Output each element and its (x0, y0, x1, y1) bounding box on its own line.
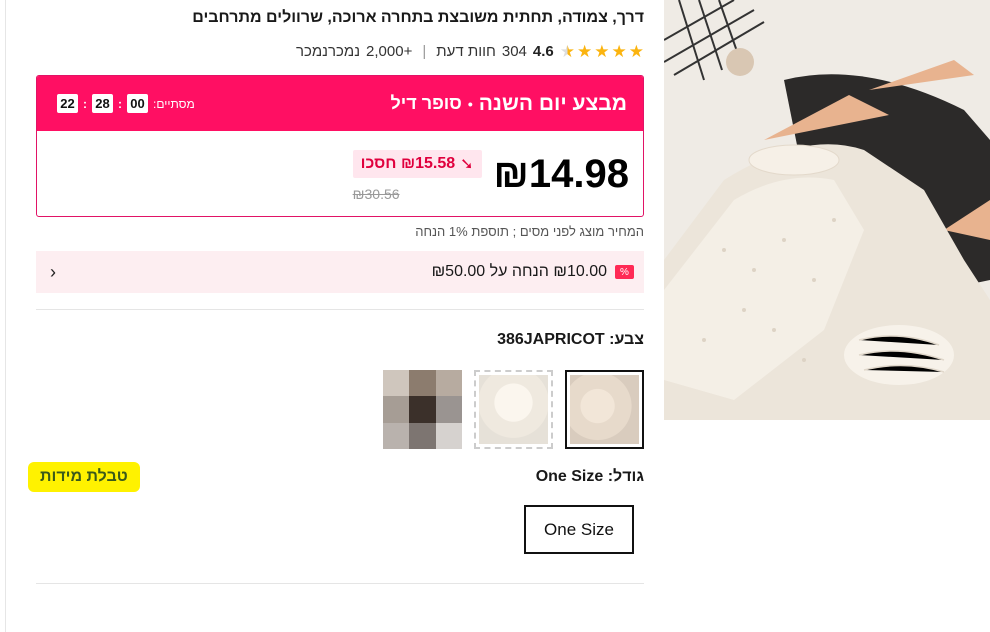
divider-line (36, 309, 644, 310)
size-options: One Size (524, 505, 634, 554)
bullet: • (467, 95, 473, 112)
sold-count: +2,000 (366, 42, 413, 60)
size-label: גודל: One Size (536, 468, 644, 486)
coupon-icon: % (615, 265, 634, 279)
price-meta: ➘ ₪15.58 חסכו ₪30.56 (352, 146, 482, 202)
product-title: דרך, צמודה, תחתית משובצת בתחרה ארוכה, שר… (192, 9, 644, 26)
size-label-text: גודל: (607, 468, 644, 485)
divider-line (36, 583, 644, 584)
color-swatch[interactable] (474, 370, 553, 449)
star-icon: ★ (611, 41, 627, 61)
colon: : (118, 96, 122, 111)
size-value: One Size (535, 468, 604, 485)
current-price: ₪14.98 (493, 152, 629, 196)
color-label-text: צבע: (609, 331, 644, 348)
size-option-button[interactable]: One Size (524, 505, 634, 554)
rating-stars: ★ ★ ★ ★ ★ (560, 43, 644, 60)
color-label: צבע: 386JAPRICOT (36, 331, 644, 349)
sold-label: נמכרנמכר (295, 42, 361, 60)
deal-title: מבצע יום השנה • סופר דיל (391, 92, 628, 116)
chevron-left-icon[interactable]: ‹ (50, 262, 56, 283)
deal-header: מבצע יום השנה • סופר דיל מסתיים: 00 : 28… (37, 76, 643, 131)
reviews-count[interactable]: 304 (502, 43, 527, 60)
swatch-image (570, 375, 639, 444)
color-value: 386JAPRICOT (497, 331, 605, 348)
color-swatch-blurred[interactable] (383, 370, 462, 449)
rating-value: 4.6 (532, 42, 554, 60)
product-main-image[interactable] (664, 0, 990, 420)
original-price: ₪30.56 (352, 186, 400, 202)
swatch-image (479, 375, 548, 444)
half-star-icon: ★ (559, 41, 575, 61)
coupon-banner[interactable]: % ₪10.00 הנחה על ₪50.00 ‹ (36, 251, 644, 293)
countdown-label: מסתיים: (153, 96, 195, 111)
deal-subtitle: סופר דיל (390, 93, 462, 113)
down-arrow-icon: ➘ (460, 156, 474, 173)
tax-note: המחיר מוצג לפני מסים ; תוספת 1% הנחה (415, 224, 644, 239)
countdown-hours: 00 (127, 94, 148, 113)
deal-title-text: מבצע יום השנה (478, 91, 627, 115)
color-swatches (36, 370, 644, 450)
savings-text: ₪15.58 חסכו (360, 155, 456, 172)
size-chart-link[interactable]: טבלת מידות (28, 462, 140, 492)
coupon-text: ₪10.00 הנחה על ₪50.00 (431, 263, 607, 280)
rating-row[interactable]: ★ ★ ★ ★ ★ 4.6 304 חוות דעת | +2,000 נמכר… (36, 40, 644, 62)
page-left-border (5, 0, 6, 632)
colon: : (83, 96, 87, 111)
coupon-content: % ₪10.00 הנחה על ₪50.00 (432, 263, 634, 281)
deal-body: ₪14.98 ➘ ₪15.58 חסכו ₪30.56 (37, 131, 643, 216)
star-icon: ★ (577, 41, 593, 61)
star-icon: ★ (628, 41, 644, 61)
color-swatch-selected[interactable] (565, 370, 644, 449)
super-deal-box: מבצע יום השנה • סופר דיל מסתיים: 00 : 28… (36, 75, 644, 217)
divider: | (422, 42, 427, 60)
size-row: גודל: One Size טבלת מידות (28, 462, 644, 492)
savings-badge: ➘ ₪15.58 חסכו (352, 150, 482, 178)
countdown-minutes: 28 (92, 94, 113, 113)
swatch-image (383, 370, 462, 449)
countdown-seconds: 22 (57, 94, 78, 113)
reviews-label[interactable]: חוות דעת (436, 43, 496, 60)
star-icon: ★ (594, 41, 610, 61)
countdown-timer: מסתיים: 00 : 28 : 22 (57, 94, 195, 113)
